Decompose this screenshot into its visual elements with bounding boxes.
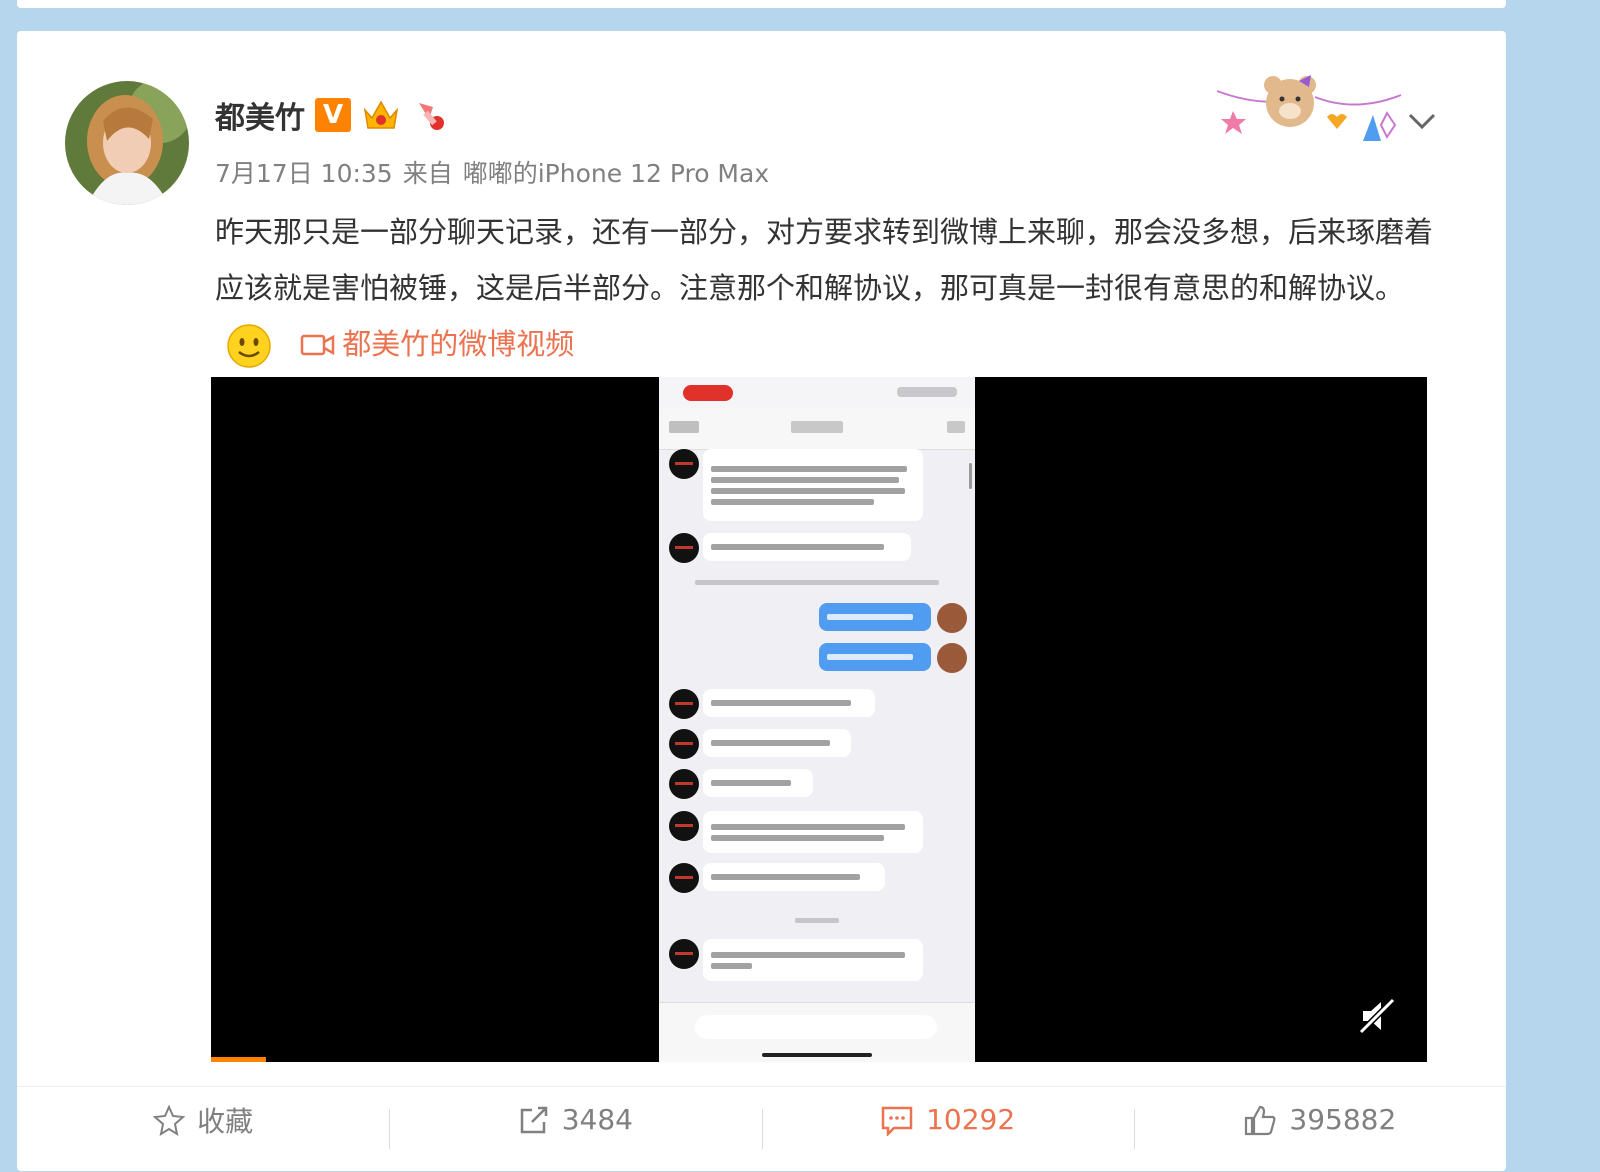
chat-scrollbar [969, 463, 972, 489]
nav-right [947, 421, 965, 433]
post-meta: 7月17日 10:35 来自 嘟嘟的iPhone 12 Pro Max [215, 154, 779, 190]
author-name[interactable]: 都美竹 [215, 93, 305, 137]
sticker-decoration [1216, 75, 1402, 141]
chat-input-bar [659, 1002, 975, 1062]
avatar[interactable] [65, 81, 189, 205]
chat-avatar [669, 939, 699, 969]
recording-indicator [683, 385, 733, 401]
repost-icon [520, 1106, 547, 1133]
chevron-down-icon[interactable] [1407, 109, 1437, 133]
chat-nav-bar [659, 409, 975, 450]
action-bar: 收藏 3484 10292 395882 [17, 1086, 1506, 1172]
favorite-button[interactable]: 收藏 [17, 1087, 389, 1172]
home-indicator [762, 1053, 872, 1057]
nav-back [669, 421, 699, 433]
author-row: 都美竹 V [215, 93, 451, 137]
source-prefix: 来自 [402, 159, 453, 188]
chat-avatar [669, 533, 699, 563]
chat-avatar [669, 729, 699, 759]
like-count: 395882 [1289, 1103, 1397, 1136]
favorite-label: 收藏 [197, 1104, 254, 1138]
repost-button[interactable]: 3484 [389, 1087, 761, 1172]
comment-count: 10292 [926, 1103, 1016, 1136]
system-notice [695, 580, 939, 585]
chat-avatar [669, 811, 699, 841]
comment-icon [881, 1106, 913, 1136]
weibo-post-card: 都美竹 V 7月17日 10:35 来自 嘟嘟的iPhone 12 Pro Max [17, 31, 1506, 1171]
chat-avatar-me [937, 603, 967, 633]
chat-bubble [703, 449, 923, 521]
pin-icon[interactable] [411, 97, 451, 133]
thumbs-up-icon [1245, 1105, 1276, 1135]
post-time[interactable]: 7月17日 10:35 [215, 159, 393, 188]
chat-bubble [703, 769, 813, 797]
video-camera-icon [300, 334, 335, 356]
star-icon [153, 1104, 186, 1136]
phone-status-bar [659, 377, 975, 409]
verified-v-icon[interactable]: V [315, 98, 351, 132]
comment-button[interactable]: 10292 [761, 1087, 1134, 1172]
chat-bubble [703, 863, 885, 891]
mute-icon[interactable] [1357, 996, 1397, 1036]
video-player[interactable] [211, 377, 1427, 1062]
chat-avatar [669, 449, 699, 479]
chat-bubble [703, 729, 851, 757]
previous-post-card [17, 0, 1506, 8]
chat-bubble-me [819, 603, 931, 631]
video-link[interactable]: 都美竹的微博视频 [300, 327, 574, 361]
chat-avatar [669, 863, 699, 893]
chat-bubble [703, 811, 923, 853]
repost-count: 3484 [561, 1103, 633, 1136]
chat-avatar [669, 769, 699, 799]
chat-bubble [703, 689, 875, 717]
chat-avatar [669, 689, 699, 719]
post-text: 昨天那只是一部分聊天记录，还有一部分，对方要求转到微博上来聊，那会没多想，后来琢… [215, 215, 1434, 305]
chat-bubble-me [819, 643, 931, 671]
chat-bubble [703, 533, 911, 561]
like-button[interactable]: 395882 [1133, 1087, 1506, 1172]
chat-input-box [695, 1015, 937, 1039]
timestamp-divider [795, 918, 839, 923]
crown-icon[interactable] [361, 97, 401, 133]
post-text-container: 昨天那只是一部分聊天记录，还有一部分，对方要求转到微博上来聊，那会没多想，后来琢… [215, 204, 1445, 372]
post-source: 嘟嘟的iPhone 12 Pro Max [462, 159, 770, 188]
nav-title [791, 421, 843, 433]
smile-emoji-icon [227, 324, 271, 368]
status-icons [897, 387, 957, 397]
chat-bubble [703, 939, 923, 981]
video-frame-chat-screenshot [659, 377, 975, 1062]
video-link-label: 都美竹的微博视频 [342, 327, 575, 361]
video-progress-bar[interactable] [211, 1057, 266, 1062]
chat-avatar-me [937, 643, 967, 673]
